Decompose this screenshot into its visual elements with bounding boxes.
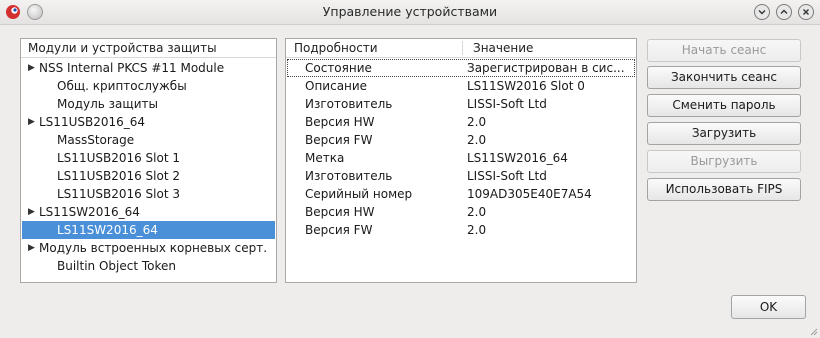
change-password-button[interactable]: Сменить пароль: [647, 94, 801, 117]
close-icon: [803, 9, 809, 15]
use-fips-button[interactable]: Использовать FIPS: [647, 178, 801, 201]
devices-tree-body: ▶ NSS Internal PKCS #11 Module Общ. крипто…: [21, 59, 276, 282]
details-value: 2.0: [467, 223, 487, 237]
tree-item[interactable]: LS11USB2016 Slot 1: [22, 149, 275, 167]
tree-item-label: LS11SW2016_64: [39, 205, 140, 219]
tree-item-label: LS11SW2016_64: [57, 223, 158, 237]
details-row[interactable]: Состояние Зарегистрирован в сис...: [287, 59, 635, 77]
title-bar[interactable]: Управление устройствами: [0, 0, 820, 25]
devices-tree-header-label: Модули и устройства защиты: [28, 41, 217, 55]
details-row[interactable]: Версия HW 2.0: [287, 203, 635, 221]
tree-item[interactable]: Builtin Object Token: [22, 257, 275, 275]
details-key: Состояние: [305, 61, 372, 75]
chevron-down-icon: [758, 10, 766, 15]
load-button[interactable]: Загрузить: [647, 122, 801, 145]
tree-item[interactable]: ▶ Модуль встроенных корневых серт.: [22, 239, 275, 257]
tree-item-label: Модуль защиты: [57, 97, 158, 111]
details-row[interactable]: Описание LS11SW2016 Slot 0: [287, 77, 635, 95]
details-value: LS11SW2016_64: [467, 151, 568, 165]
details-value: Зарегистрирован в сис...: [467, 61, 625, 75]
details-key: Версия HW: [305, 205, 375, 219]
details-value: 2.0: [467, 205, 487, 219]
details-table[interactable]: Подробности Значение Состояние Зарегистри…: [285, 38, 637, 283]
unload-button[interactable]: Выгрузить: [647, 150, 801, 173]
details-value: LS11SW2016 Slot 0: [467, 79, 585, 93]
tree-item-label: Общ. криптослужбы: [57, 79, 187, 93]
details-table-body: Состояние Зарегистрирован в сис... Описани…: [286, 59, 636, 282]
devices-tree[interactable]: Модули и устройства защиты ▶ NSS Internal…: [20, 38, 277, 283]
details-key: Версия HW: [305, 115, 375, 129]
details-value: LISSI-Soft Ltd: [467, 97, 547, 111]
end-session-button[interactable]: Закончить сеанс: [647, 66, 801, 89]
details-row[interactable]: Версия FW 2.0: [287, 221, 635, 239]
window-title: Управление устройствами: [322, 4, 498, 19]
tree-item[interactable]: ▶ NSS Internal PKCS #11 Module: [22, 59, 275, 77]
details-row[interactable]: Метка LS11SW2016_64: [287, 149, 635, 167]
tree-item-label: Модуль встроенных корневых серт.: [39, 241, 268, 255]
tree-item-label: LS11USB2016 Slot 1: [57, 151, 181, 165]
details-key: Изготовитель: [305, 169, 393, 183]
expand-arrow-icon[interactable]: ▶: [28, 239, 35, 257]
column-header-value[interactable]: Значение: [473, 41, 533, 55]
minimize-button[interactable]: [754, 4, 770, 20]
details-table-header: Подробности Значение: [286, 39, 636, 58]
details-value: 2.0: [467, 115, 487, 129]
column-header-details[interactable]: Подробности: [294, 41, 378, 55]
tree-item-label: LS11USB2016 Slot 2: [57, 169, 181, 183]
tree-item[interactable]: LS11USB2016 Slot 3: [22, 185, 275, 203]
tree-item-label: LS11USB2016_64: [39, 115, 146, 129]
tree-item[interactable]: ▶ LS11USB2016_64: [22, 113, 275, 131]
expand-arrow-icon[interactable]: ▶: [28, 59, 35, 77]
details-key: Версия FW: [305, 133, 373, 147]
details-key: Серийный номер: [305, 187, 413, 201]
details-key: Изготовитель: [305, 97, 393, 111]
details-row[interactable]: Изготовитель LISSI-Soft Ltd: [287, 167, 635, 185]
details-key: Описание: [305, 79, 368, 93]
tree-item[interactable]: Модуль защиты: [22, 95, 275, 113]
details-value: 2.0: [467, 133, 487, 147]
resize-grip-icon[interactable]: [808, 326, 818, 336]
column-divider[interactable]: [462, 41, 463, 55]
chevron-up-icon: [780, 9, 788, 14]
details-row[interactable]: Изготовитель LISSI-Soft Ltd: [287, 95, 635, 113]
tree-item[interactable]: LS11USB2016 Slot 2: [22, 167, 275, 185]
expand-arrow-icon[interactable]: ▶: [28, 203, 35, 221]
start-session-button[interactable]: Начать сеанс: [647, 39, 801, 62]
close-button[interactable]: [798, 4, 814, 20]
details-row[interactable]: Версия FW 2.0: [287, 131, 635, 149]
details-value: 109AD305E40E7A54: [467, 187, 592, 201]
ok-button[interactable]: OK: [731, 295, 806, 319]
details-key: Метка: [305, 151, 345, 165]
tree-item[interactable]: LS11SW2016_64: [22, 221, 275, 239]
expand-arrow-icon[interactable]: ▶: [28, 113, 35, 131]
tree-item-label: MassStorage: [57, 133, 135, 147]
details-value: LISSI-Soft Ltd: [467, 169, 547, 183]
tree-item-label: NSS Internal PKCS #11 Module: [39, 61, 225, 75]
tree-item[interactable]: ▶ LS11SW2016_64: [22, 203, 275, 221]
tree-item[interactable]: Общ. криптослужбы: [22, 77, 275, 95]
details-key: Версия FW: [305, 223, 373, 237]
tree-item-label: LS11USB2016 Slot 3: [57, 187, 181, 201]
details-row[interactable]: Версия HW 2.0: [287, 113, 635, 131]
tree-item[interactable]: MassStorage: [22, 131, 275, 149]
tree-item-label: Builtin Object Token: [57, 259, 177, 273]
devices-tree-header[interactable]: Модули и устройства защиты: [21, 39, 276, 58]
details-row[interactable]: Серийный номер 109AD305E40E7A54: [287, 185, 635, 203]
maximize-button[interactable]: [776, 4, 792, 20]
